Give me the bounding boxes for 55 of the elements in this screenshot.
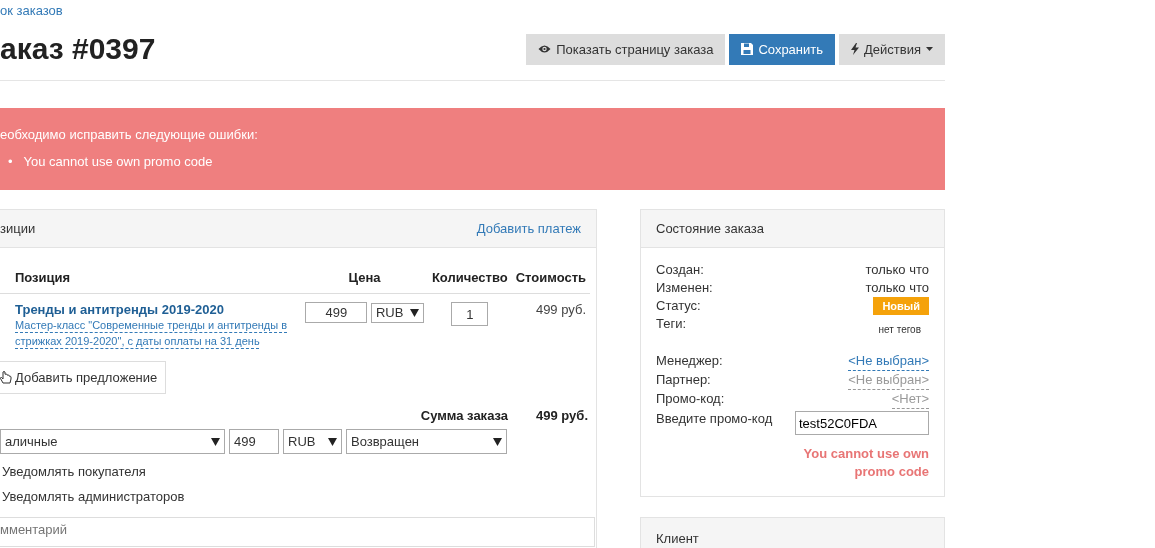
payment-status-select[interactable]: Возвращен (346, 429, 507, 454)
bullet: • (8, 154, 13, 170)
product-description-link[interactable]: Мастер-класс "Современные тренды и антитренды в стрижках 2019-2020", с даты оплаты на 31 день (15, 317, 298, 349)
field-label: Изменен: (656, 279, 713, 297)
panel-title: Состояние заказа (656, 221, 764, 236)
add-offer-button[interactable]: Добавить предложение (0, 361, 167, 394)
status-value: только что (865, 279, 929, 297)
status-badge: Новый (873, 297, 929, 315)
pointing-hand-icon (0, 370, 12, 385)
panel-title: Клиент (656, 530, 699, 546)
breadcrumb-link[interactable]: ок заказов (0, 3, 63, 18)
checkbox-label[interactable]: Уведомлять покупателя (2, 464, 596, 479)
page-title: аказ #0397 (0, 32, 156, 66)
comment-field[interactable]: мментарий (0, 517, 595, 547)
field-label: Теги: (656, 315, 687, 333)
actions-dropdown-button[interactable]: Действия (839, 33, 945, 65)
column-header: Стоимость (511, 262, 590, 294)
field-label: Введите промо-код (656, 411, 773, 428)
caret-icon (926, 47, 933, 51)
dropdown-arrow-icon (409, 308, 419, 317)
column-header: Позиция (0, 262, 302, 294)
product-link[interactable]: Тренды и антитренды 2019-2020 (15, 302, 298, 317)
field-label: Менеджер: (656, 352, 723, 370)
alert-heading: еобходимо исправить следующие ошибки: (0, 127, 259, 142)
total-value: 499 руб. (536, 408, 588, 423)
promo-code-field[interactable]: test52C0FDA (795, 411, 929, 435)
add-payment-link[interactable]: Добавить платеж (476, 221, 581, 236)
view-page-button[interactable]: Показать страницу заказа (526, 33, 726, 65)
lightning-icon (851, 43, 860, 55)
column-header: Цена (301, 262, 428, 294)
eye-icon (538, 44, 552, 54)
dropdown-arrow-icon (211, 437, 220, 446)
checkbox-label[interactable]: Уведомлять администраторов (2, 489, 596, 504)
payment-method-select[interactable]: аличные (0, 429, 225, 454)
field-label: Статус: (656, 297, 701, 315)
save-button[interactable]: Сохранить (729, 33, 836, 65)
promo-error-message: You cannot use own promo code (802, 445, 929, 481)
payment-currency-select[interactable]: RUB (283, 429, 342, 454)
field-label: Создан: (656, 261, 704, 279)
dropdown-arrow-icon (328, 437, 337, 446)
column-header: Количество (427, 262, 512, 294)
payment-amount-field[interactable]: 499 (229, 429, 279, 454)
field-label: Промо-код: (656, 390, 725, 408)
error-message: You cannot use own promo code (23, 154, 213, 170)
tags-value: нет тегов (878, 323, 922, 337)
price-field[interactable]: 499 (305, 302, 368, 323)
currency-select[interactable]: RUB (370, 302, 424, 323)
manager-link[interactable]: <Не выбран> (848, 352, 929, 371)
cost-cell: 499 руб. (511, 293, 590, 357)
status-value: только что (865, 261, 929, 279)
dropdown-arrow-icon (493, 437, 502, 446)
panel-title: зиции (0, 221, 36, 236)
field-label: Партнер: (656, 371, 711, 389)
quantity-field[interactable]: 1 (451, 302, 489, 326)
total-label: Сумма заказа (420, 408, 509, 423)
